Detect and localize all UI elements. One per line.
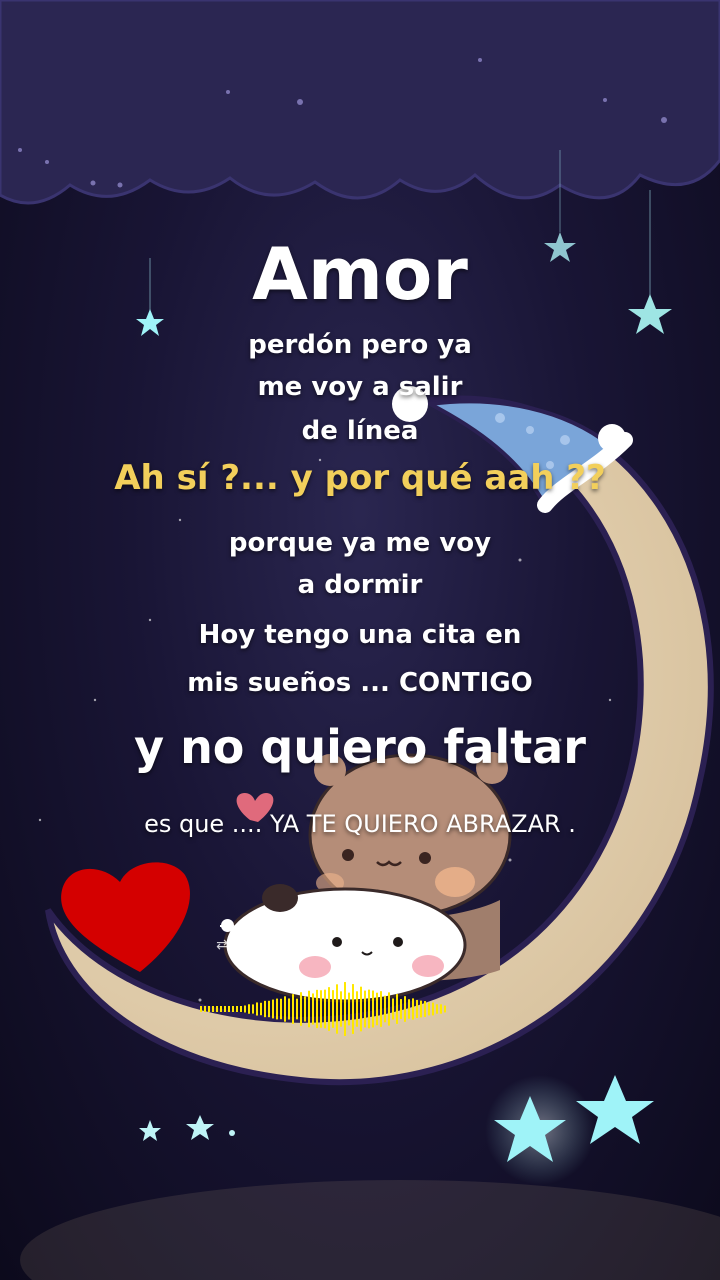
waveform-bar (216, 1006, 218, 1012)
waveform-bar (236, 1006, 238, 1012)
waveform-bar (440, 1004, 442, 1014)
waveform-bar (408, 999, 410, 1019)
waveform-bar (360, 986, 362, 1032)
waveform-bar (212, 1006, 214, 1012)
waveform-bar (332, 990, 334, 1028)
text-line-1: perdón pero ya (248, 330, 472, 360)
waveform-bar (424, 1001, 426, 1017)
waveform-bar (400, 999, 402, 1019)
waveform-bar (224, 1006, 226, 1012)
text-line-2: me voy a salir (257, 372, 463, 402)
waveform-bar (396, 994, 398, 1024)
progress-bar[interactable] (220, 925, 450, 927)
progress-knob[interactable] (220, 919, 234, 932)
waveform-bar (324, 989, 326, 1029)
waveform-bar (364, 990, 366, 1028)
waveform-bar (208, 1006, 210, 1012)
cloud-top (0, 0, 720, 205)
waveform-bar (404, 996, 406, 1022)
waveform-bar (272, 999, 274, 1019)
wallpaper-screen: Amor perdón pero ya me voy a salir de lí… (0, 0, 720, 1280)
waveform-bar (308, 990, 310, 1028)
waveform-bar (340, 991, 342, 1027)
waveform-bar (320, 990, 322, 1028)
waveform-bar (368, 989, 370, 1029)
text-line-6: Hoy tengo una cita en (198, 620, 522, 650)
audio-waveform (200, 982, 446, 1036)
waveform-bar (292, 994, 294, 1024)
waveform-bar (276, 998, 278, 1020)
waveform-bar (252, 1004, 254, 1014)
waveform-bar (384, 995, 386, 1023)
waveform-bar (280, 998, 282, 1020)
waveform-bar (420, 1000, 422, 1018)
waveform-bar (412, 998, 414, 1020)
waveform-bar (260, 1002, 262, 1016)
waveform-bar (348, 992, 350, 1026)
waveform-bar (228, 1006, 230, 1012)
waveform-bar (336, 984, 338, 1034)
waveform-bar (232, 1006, 234, 1012)
shuffle-icon[interactable]: ⇄ (212, 936, 232, 954)
waveform-bar (444, 1005, 446, 1013)
big-line: y no quiero faltar (134, 720, 586, 774)
waveform-bar (244, 1005, 246, 1013)
waveform-bar (428, 1002, 430, 1016)
question-line: Ah sí ?... y por qué aah ?? (114, 458, 606, 498)
title-amor: Amor (252, 232, 468, 316)
waveform-bar (316, 989, 318, 1029)
waveform-bar (240, 1006, 242, 1012)
waveform-bar (268, 1000, 270, 1018)
waveform-bar (288, 998, 290, 1020)
text-line-4: porque ya me voy (228, 528, 492, 558)
waveform-bar (352, 984, 354, 1034)
waveform-bar (432, 1002, 434, 1016)
waveform-bar (304, 996, 306, 1022)
waveform-bar (436, 1004, 438, 1014)
last-line: es que .... YA TE QUIERO ABRAZAR . (144, 810, 576, 838)
waveform-bar (388, 992, 390, 1026)
pause-icon[interactable]: ⏸ (320, 936, 340, 954)
next-icon[interactable]: ⏭ (357, 936, 377, 954)
waveform-bar (296, 998, 298, 1020)
waveform-bar (248, 1004, 250, 1014)
text-line-5: a dormir (297, 570, 423, 600)
waveform-bar (376, 992, 378, 1026)
waveform-bar (256, 1002, 258, 1016)
waveform-bar (372, 990, 374, 1028)
waveform-bar (392, 998, 394, 1020)
text-line-7: mis sueños ... CONTIGO (187, 668, 533, 698)
waveform-bar (356, 991, 358, 1027)
waveform-bar (204, 1006, 206, 1012)
waveform-bar (344, 982, 346, 1036)
waveform-bar (416, 999, 418, 1019)
floor-reflection (20, 1180, 720, 1280)
bottom-stars (139, 1075, 654, 1185)
waveform-bar (312, 993, 314, 1025)
waveform-bar (264, 1000, 266, 1018)
previous-icon[interactable]: ⏮ (286, 936, 306, 954)
music-player: ⇄ ⏮ ⏸ ⏭ ⟳ (212, 916, 452, 960)
waveform-bar (284, 996, 286, 1022)
waveform-bar (328, 987, 330, 1031)
waveform-bar (220, 1006, 222, 1012)
waveform-bar (200, 1006, 202, 1012)
waveform-bar (300, 992, 302, 1026)
repeat-icon[interactable]: ⟳ (430, 936, 450, 954)
text-line-3: de línea (301, 416, 419, 446)
waveform-bar (380, 991, 382, 1027)
